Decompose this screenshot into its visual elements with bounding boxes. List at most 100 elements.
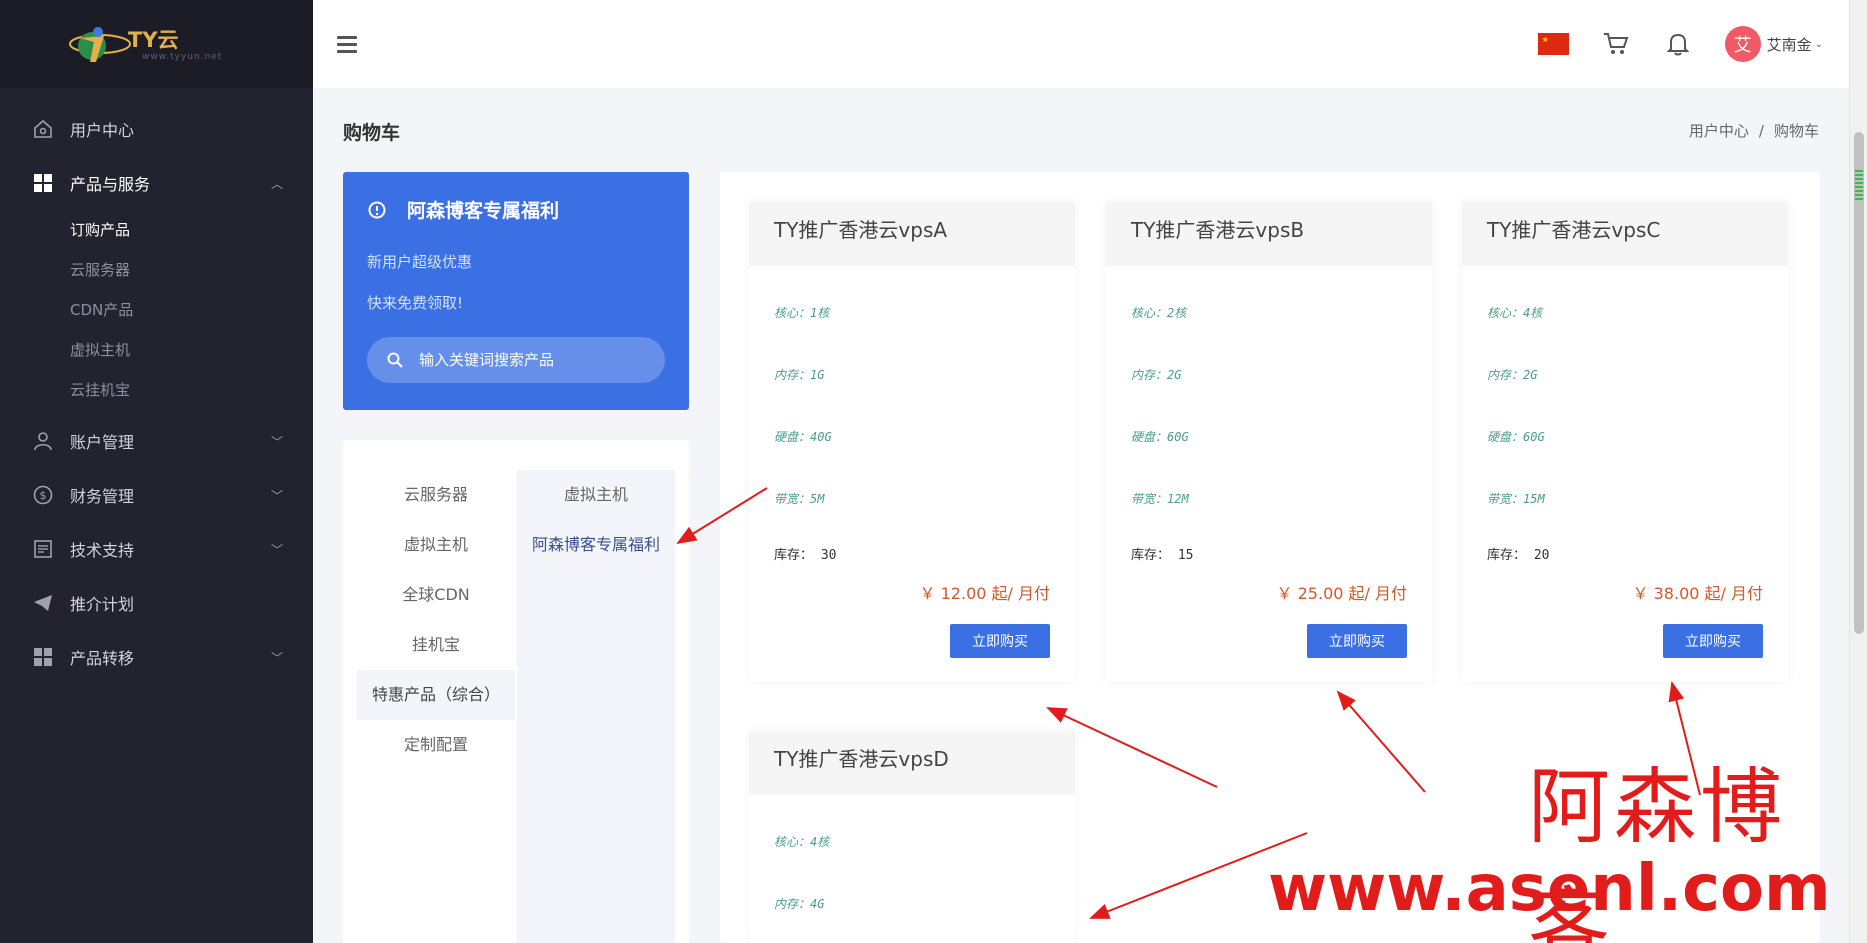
- breadcrumb-link[interactable]: 用户中心: [1689, 122, 1749, 140]
- buy-now-button[interactable]: 立即购买: [1307, 624, 1407, 658]
- product-spec: 核心：2核: [1131, 306, 1187, 320]
- product-spec: 内存：2G: [1131, 368, 1182, 382]
- sidebar-item-label: 产品与服务: [70, 175, 151, 194]
- product-card: TY推广香港云vpsA 核心：1核 内存：1G 硬盘：40G 带宽：5M 库存：…: [749, 202, 1075, 682]
- topbar: 艾 艾南金 ⌄: [313, 0, 1849, 88]
- sidebar-item-products-services[interactable]: 产品与服务 ︿: [0, 156, 313, 210]
- product-name: TY推广香港云vpsB: [1106, 202, 1432, 266]
- page-scrollbar[interactable]: [1849, 0, 1867, 943]
- breadcrumb: 用户中心 / 购物车: [1689, 120, 1819, 141]
- sidebar-subitem-cloud-servers[interactable]: 云服务器: [70, 250, 313, 290]
- sidebar-subitem-virtual-host[interactable]: 虚拟主机: [70, 330, 313, 370]
- product-spec: 硬盘：60G: [1487, 430, 1545, 444]
- sidebar-item-account[interactable]: 账户管理 ﹀: [0, 414, 313, 468]
- avatar[interactable]: 艾: [1724, 26, 1761, 62]
- chevron-up-icon: ︿: [270, 176, 283, 191]
- grid-icon: [32, 646, 54, 668]
- product-spec: 内存：2G: [1487, 368, 1538, 382]
- product-grid: TY推广香港云vpsA 核心：1核 内存：1G 硬盘：40G 带宽：5M 库存：…: [720, 172, 1820, 943]
- bell-icon[interactable]: [1663, 29, 1693, 59]
- product-spec: 内存：1G: [774, 368, 825, 382]
- product-spec: 带宽：12M: [1131, 492, 1189, 506]
- sidebar-item-support[interactable]: 技术支持 ﹀: [0, 522, 313, 576]
- sidebar-subitem-order-products[interactable]: 订购产品: [70, 210, 313, 250]
- product-spec: 核心：4核: [774, 835, 830, 849]
- sidebar-item-referral[interactable]: 推介计划: [0, 576, 313, 630]
- logo-subtext: www.tyyun.net: [142, 52, 223, 62]
- product-spec: 带宽：15M: [1487, 492, 1545, 506]
- cart-icon[interactable]: [1601, 29, 1631, 59]
- china-flag-icon[interactable]: [1537, 33, 1569, 55]
- menu-toggle-icon[interactable]: [337, 32, 357, 57]
- category-item[interactable]: 云服务器: [357, 470, 515, 520]
- product-name: TY推广香港云vpsC: [1462, 202, 1788, 266]
- sidebar-item-label: 技术支持: [70, 541, 135, 560]
- secondary-category-list: 虚拟主机 阿森博客专属福利: [517, 470, 675, 943]
- stock-label: 库存：: [774, 548, 814, 563]
- breadcrumb-current: 购物车: [1773, 122, 1819, 140]
- sidebar-item-user-center[interactable]: 用户中心: [0, 102, 313, 156]
- page-title: 购物车: [343, 122, 401, 144]
- topbar-actions: 艾 艾南金 ⌄: [1537, 26, 1823, 62]
- category-item-selected[interactable]: 特惠产品（综合）: [357, 670, 515, 720]
- category-item[interactable]: 虚拟主机: [357, 520, 515, 570]
- stock-label: 库存：: [1487, 548, 1527, 563]
- buy-now-button[interactable]: 立即购买: [1663, 624, 1763, 658]
- scrollbar-grip: [1855, 170, 1863, 200]
- sidebar-subitem-cdn[interactable]: CDN产品: [70, 290, 313, 330]
- product-spec: 硬盘：60G: [1131, 430, 1189, 444]
- username[interactable]: 艾南金: [1767, 34, 1812, 55]
- product-name: TY推广香港云vpsD: [749, 731, 1075, 795]
- category-panel: 云服务器 虚拟主机 全球CDN 挂机宝 特惠产品（综合） 定制配置 虚拟主机 阿…: [343, 440, 689, 943]
- product-search[interactable]: [367, 337, 665, 383]
- product-spec: 核心：4核: [1487, 306, 1543, 320]
- logo[interactable]: TY云 www.tyyun.net: [0, 0, 313, 88]
- category-item[interactable]: 全球CDN: [357, 570, 515, 620]
- sidebar-subitem-cloud-hosting[interactable]: 云挂机宝: [70, 370, 313, 410]
- product-stock: 库存： 30: [774, 538, 1050, 578]
- product-spec: 内存：4G: [774, 897, 825, 911]
- stock-label: 库存：: [1131, 548, 1171, 563]
- sidebar-item-label: 财务管理: [70, 487, 135, 506]
- scrollbar-thumb[interactable]: [1854, 132, 1864, 634]
- sidebar-nav: 用户中心 产品与服务 ︿ 订购产品 云服务器 CDN产品 虚拟主机 云挂机宝 账…: [0, 88, 313, 684]
- buy-now-button[interactable]: 立即购买: [950, 624, 1050, 658]
- product-stock: 库存： 15: [1131, 538, 1407, 578]
- chevron-down-icon[interactable]: ⌄: [1815, 39, 1823, 50]
- sidebar-submenu: 订购产品 云服务器 CDN产品 虚拟主机 云挂机宝: [0, 210, 313, 414]
- product-card: TY推广香港云vpsC 核心：4核 内存：2G 硬盘：60G 带宽：15M 库存…: [1462, 202, 1788, 682]
- sidebar-item-product-transfer[interactable]: 产品转移 ﹀: [0, 630, 313, 684]
- subcategory-item[interactable]: 虚拟主机: [517, 470, 675, 520]
- product-spec: 核心：1核: [774, 306, 830, 320]
- info-icon: [368, 201, 386, 218]
- promo-line: 快来免费领取!: [367, 294, 464, 312]
- category-item[interactable]: 挂机宝: [357, 620, 515, 670]
- sidebar-item-label: 用户中心: [70, 121, 135, 140]
- promo-title: 阿森博客专属福利: [367, 196, 665, 223]
- product-card: TY推广香港云vpsB 核心：2核 内存：2G 硬盘：60G 带宽：12M 库存…: [1106, 202, 1432, 682]
- product-price: ￥ 25.00 起/ 月付: [1276, 584, 1407, 603]
- product-price: ￥ 38.00 起/ 月付: [1632, 584, 1763, 603]
- logo-icon: [69, 27, 131, 62]
- search-input[interactable]: [419, 351, 659, 369]
- promo-title-text: 阿森博客专属福利: [407, 200, 560, 222]
- promo-line: 新用户超级优惠: [367, 253, 473, 271]
- grid-icon: [32, 172, 54, 194]
- product-price: ￥ 12.00 起/ 月付: [919, 584, 1050, 603]
- logo-text: TY云: [128, 28, 179, 52]
- category-item[interactable]: 定制配置: [357, 720, 515, 770]
- sidebar-item-label: 账户管理: [70, 433, 135, 452]
- primary-category-list: 云服务器 虚拟主机 全球CDN 挂机宝 特惠产品（综合） 定制配置: [357, 470, 515, 770]
- svg-text:$: $: [40, 489, 47, 502]
- sidebar: TY云 www.tyyun.net 用户中心 产品与服务 ︿ 订购产品 云服务器…: [0, 0, 313, 943]
- sidebar-item-finance[interactable]: $ 财务管理 ﹀: [0, 468, 313, 522]
- home-icon: [32, 118, 54, 140]
- chevron-down-icon: ﹀: [270, 488, 283, 503]
- subcategory-item-active[interactable]: 阿森博客专属福利: [517, 520, 675, 570]
- product-spec: 硬盘：40G: [774, 430, 832, 444]
- sidebar-item-label: 推介计划: [70, 595, 135, 614]
- sidebar-item-label: 产品转移: [70, 649, 135, 668]
- paper-plane-icon: [32, 592, 54, 614]
- product-spec: 带宽：5M: [774, 492, 825, 506]
- dollar-icon: $: [32, 484, 54, 506]
